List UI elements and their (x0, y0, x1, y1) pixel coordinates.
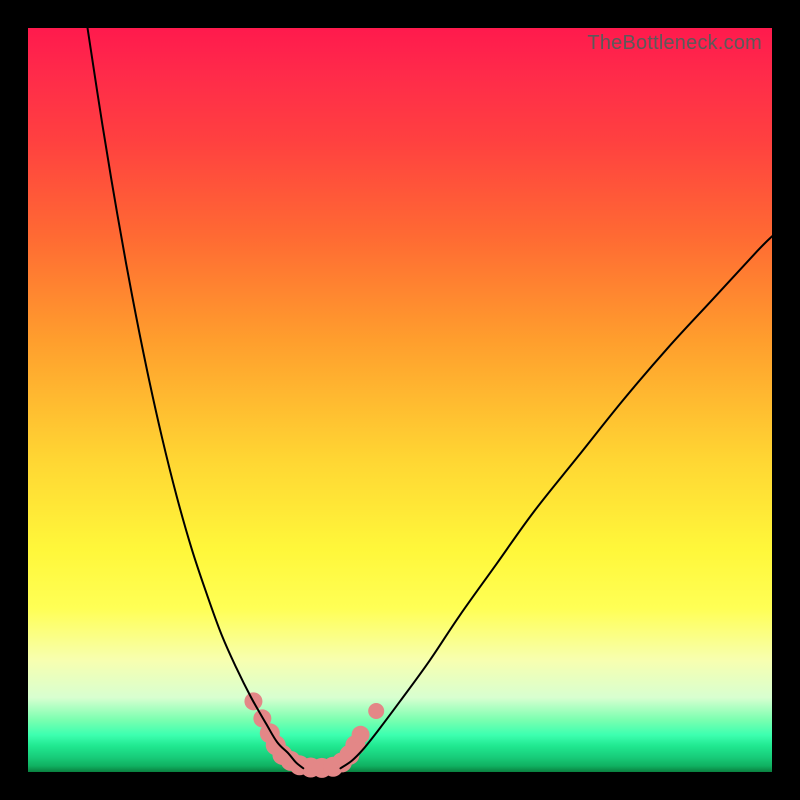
series-right-curve (340, 236, 772, 768)
series-left-curve (88, 28, 304, 768)
plot-area: TheBottleneck.com (28, 28, 772, 772)
chart-svg (28, 28, 772, 772)
data-marker (368, 703, 384, 719)
marker-layer (244, 692, 384, 778)
data-marker (352, 726, 370, 744)
curve-layer (88, 28, 772, 768)
outer-frame: TheBottleneck.com (0, 0, 800, 800)
